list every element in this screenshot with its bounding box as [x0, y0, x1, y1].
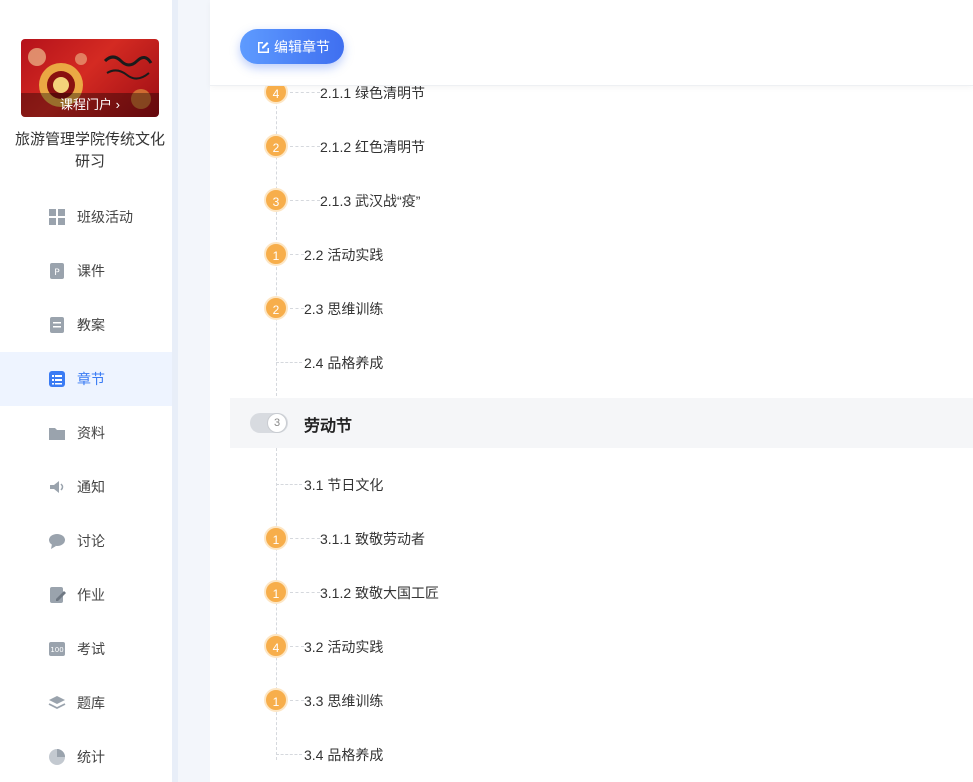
edit-doc-icon [48, 586, 66, 604]
sidebar-item-label: 课件 [77, 263, 105, 279]
section-title: 3.1 节日文化 [304, 477, 384, 493]
sidebar-item-discussion[interactable]: 讨论 [0, 514, 172, 568]
sidebar-item-class-activity[interactable]: 班级活动 [0, 190, 172, 244]
section-row[interactable]: 1 2.2 活动实践 [210, 239, 973, 269]
folder-icon [48, 424, 66, 442]
edit-chapters-label: 编辑章节 [274, 38, 330, 55]
edit-icon [256, 40, 269, 53]
section-row[interactable]: 4 3.2 活动实践 [210, 631, 973, 661]
sidebar: 课程门户 › 旅游管理学院传统文化研习 班级活动 P 课件 教案 章节 资料 通… [0, 0, 172, 782]
section-row[interactable]: 1 3.1.1 致敬劳动者 [210, 523, 973, 553]
sidebar-item-label: 题库 [77, 695, 105, 711]
section-row[interactable]: 3.1 节日文化 [210, 469, 973, 499]
count-badge: 1 [264, 688, 288, 712]
exam-icon: 100 [48, 640, 66, 658]
sidebar-item-materials[interactable]: 资料 [0, 406, 172, 460]
sidebar-item-statistics[interactable]: 统计 [0, 730, 172, 782]
sidebar-item-exam[interactable]: 100 考试 [0, 622, 172, 676]
edit-chapters-button[interactable]: 编辑章节 [240, 29, 344, 64]
pie-chart-icon [48, 748, 66, 766]
sidebar-item-homework[interactable]: 作业 [0, 568, 172, 622]
section-row[interactable]: 3 2.1.3 武汉战“疫” [210, 185, 973, 215]
section-title: 2.4 品格养成 [304, 355, 384, 371]
toolbar: 编辑章节 [210, 0, 973, 86]
sidebar-item-label: 通知 [77, 479, 105, 495]
sidebar-item-label: 讨论 [77, 533, 105, 549]
section-title: 2.1.3 武汉战“疫” [320, 193, 421, 209]
sidebar-divider [172, 0, 210, 782]
sidebar-item-chapters[interactable]: 章节 [0, 352, 172, 406]
section-title: 3.1.1 致敬劳动者 [320, 531, 426, 547]
sidebar-item-label: 考试 [77, 641, 105, 657]
svg-text:100: 100 [50, 646, 63, 654]
count-badge: 4 [264, 634, 288, 658]
section-row[interactable]: 1 3.3 思维训练 [210, 685, 973, 715]
chapter-number: 3 [267, 413, 287, 433]
course-portal-link[interactable]: 课程门户 › [21, 93, 159, 117]
chat-icon [48, 532, 66, 550]
sidebar-item-courseware[interactable]: P 课件 [0, 244, 172, 298]
section-row[interactable]: 3.4 品格养成 [210, 739, 973, 769]
ppt-file-icon: P [48, 262, 66, 280]
chapter-title: 劳动节 [304, 418, 353, 435]
chapter-tree: 4 2.1.1 绿色清明节 2 2.1.2 红色清明节 3 2.1.3 武汉战“… [210, 86, 973, 782]
count-badge: 2 [264, 296, 288, 320]
course-banner[interactable]: 课程门户 › [21, 39, 159, 117]
section-title: 2.2 活动实践 [304, 247, 384, 263]
count-badge: 2 [264, 134, 288, 158]
chapter-header[interactable]: 3 劳动节 [230, 398, 973, 448]
course-title: 旅游管理学院传统文化研习 [14, 131, 165, 170]
lesson-plan-icon [48, 316, 66, 334]
section-row[interactable]: 1 3.1.2 致敬大国工匠 [210, 577, 973, 607]
layers-icon [48, 694, 66, 712]
section-title: 3.4 品格养成 [304, 747, 384, 763]
section-row[interactable]: 2.4 品格养成 [210, 347, 973, 377]
chapter-toggle[interactable]: 3 [250, 413, 288, 433]
sidebar-item-question-bank[interactable]: 题库 [0, 676, 172, 730]
section-title: 3.3 思维训练 [304, 693, 384, 709]
sidebar-item-label: 章节 [77, 371, 105, 387]
section-title: 2.1.2 红色清明节 [320, 139, 426, 155]
count-badge: 1 [264, 580, 288, 604]
count-badge: 1 [264, 242, 288, 266]
section-row[interactable]: 4 2.1.1 绿色清明节 [210, 86, 973, 107]
list-icon [48, 370, 66, 388]
sidebar-item-label: 资料 [77, 425, 105, 441]
count-badge: 4 [264, 86, 288, 104]
section-title: 2.3 思维训练 [304, 301, 384, 317]
section-title: 3.2 活动实践 [304, 639, 384, 655]
sidebar-item-notices[interactable]: 通知 [0, 460, 172, 514]
count-badge: 3 [264, 188, 288, 212]
sidebar-item-label: 作业 [77, 587, 105, 603]
count-badge: 1 [264, 526, 288, 550]
speaker-icon [48, 478, 66, 496]
sidebar-item-label: 统计 [77, 749, 105, 765]
svg-text:P: P [54, 268, 60, 278]
grid-icon [48, 208, 66, 226]
sidebar-nav: 班级活动 P 课件 教案 章节 资料 通知 讨论 作业 100 考试 题库 统计 [0, 190, 172, 782]
sidebar-item-label: 教案 [77, 317, 105, 333]
section-row[interactable]: 2 2.3 思维训练 [210, 293, 973, 323]
sidebar-item-label: 班级活动 [77, 209, 133, 225]
section-title: 3.1.2 致敬大国工匠 [320, 585, 440, 601]
sidebar-item-lesson-plan[interactable]: 教案 [0, 298, 172, 352]
section-row[interactable]: 2 2.1.2 红色清明节 [210, 131, 973, 161]
section-title: 2.1.1 绿色清明节 [320, 86, 426, 101]
